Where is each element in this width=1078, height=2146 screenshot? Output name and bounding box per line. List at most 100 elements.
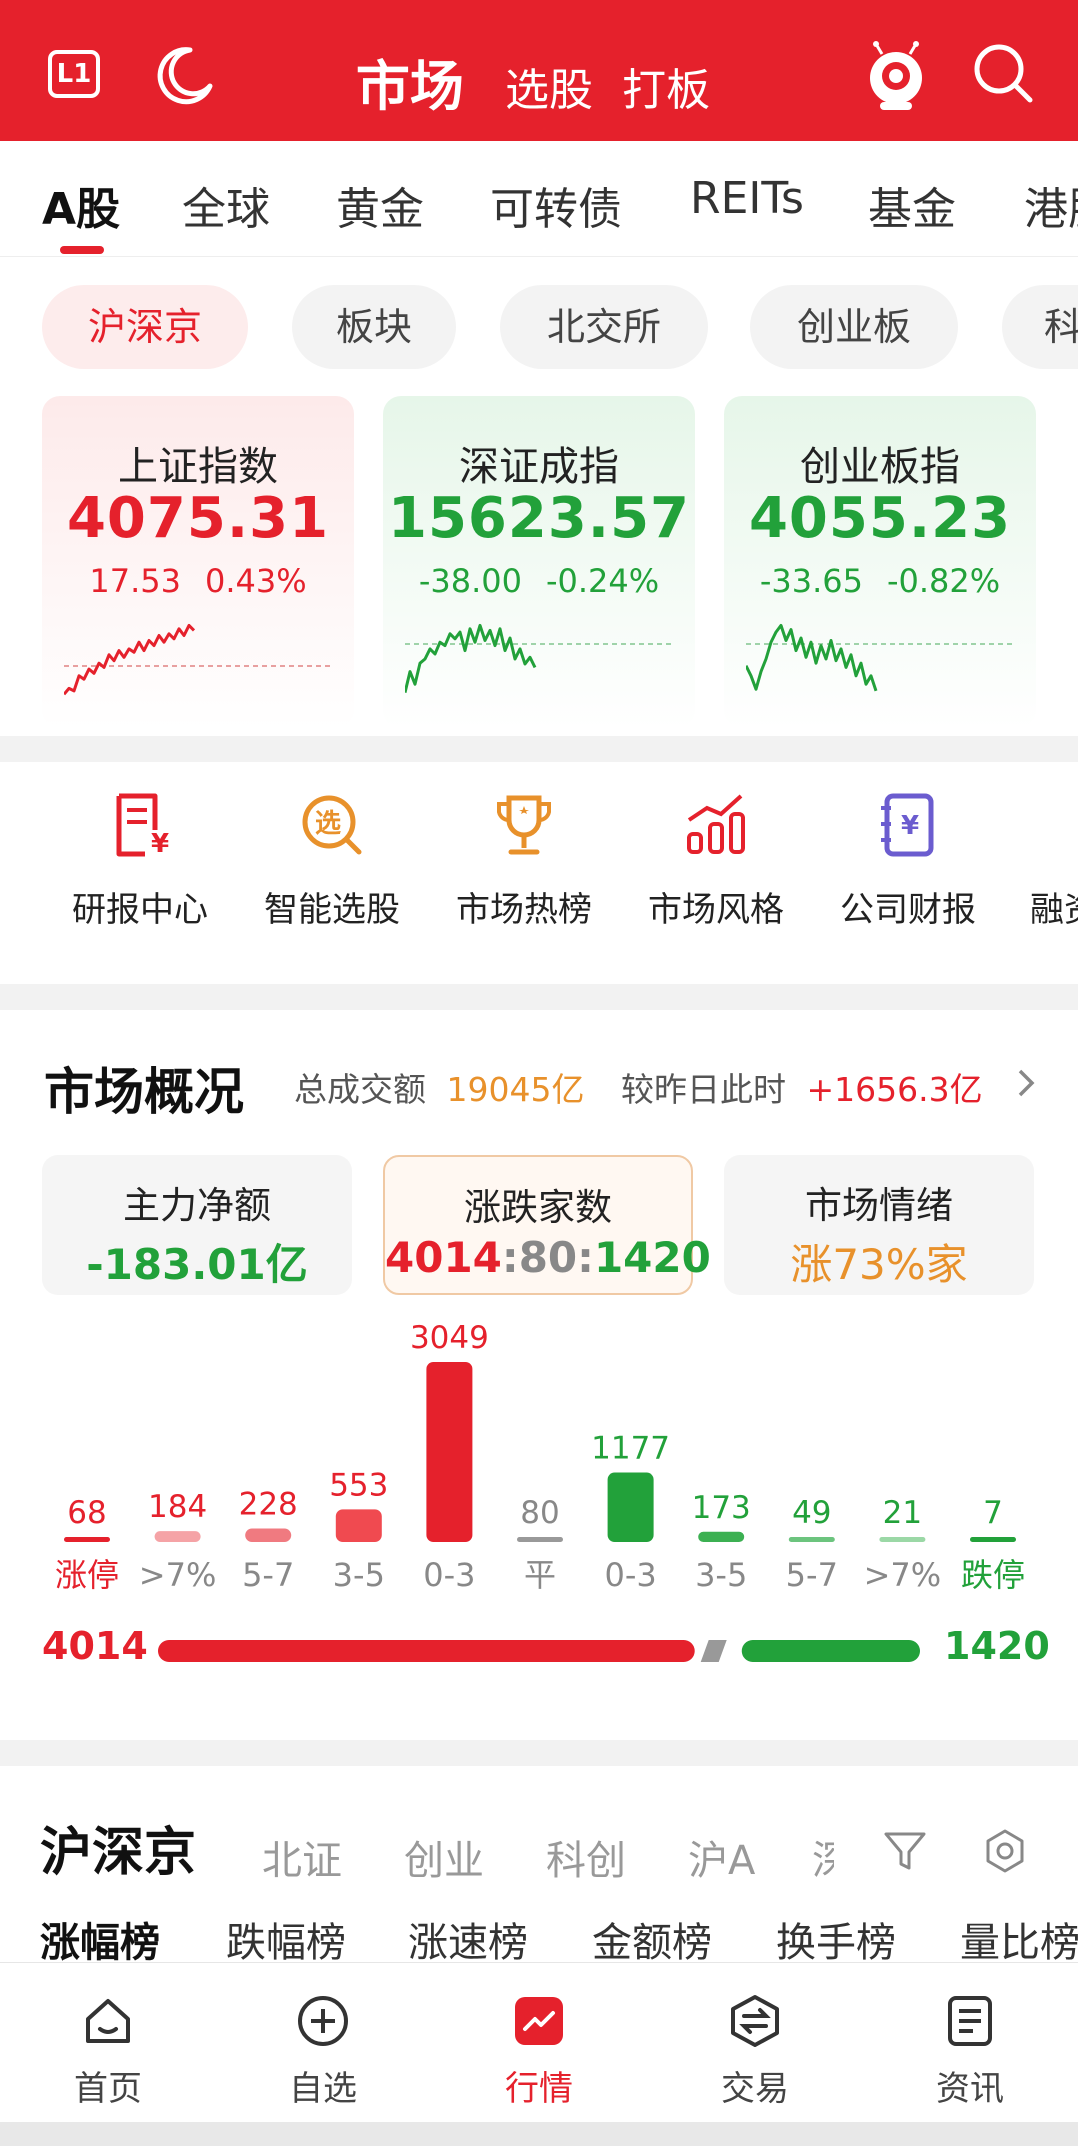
settings-icon[interactable]: [982, 1828, 1028, 1874]
subtab-turnover-rate[interactable]: 换手榜: [776, 1910, 896, 1968]
chip-hushenjing[interactable]: 沪深京: [42, 285, 248, 369]
tool-market-style[interactable]: 市场风格: [616, 790, 816, 931]
subtab-turnover-amount[interactable]: 金额榜: [592, 1910, 712, 1968]
index-name: 深证成指: [459, 444, 619, 490]
chip-bse[interactable]: 北交所: [500, 285, 708, 369]
search-icon[interactable]: [970, 40, 1036, 106]
bar-value-label: 553: [329, 1467, 388, 1503]
bar-chart-icon: [687, 794, 745, 854]
advance-decline-card[interactable]: 涨跌家数 4014:80:1420: [383, 1155, 711, 1295]
bar-category-label: 0-3: [423, 1556, 475, 1594]
bar-value-label: 228: [239, 1487, 298, 1523]
home-icon: [86, 1999, 130, 2043]
bottom-nav: 首页 自选 行情 交易 资讯: [0, 1962, 1078, 2122]
index-card-szse[interactable]: 深证成指 15623.57 -38.00 -0.24%: [383, 396, 695, 728]
index-value: 4055.23: [748, 486, 1012, 551]
index-sparkline: [64, 623, 332, 696]
ranking-title: 沪深京: [40, 1823, 197, 1883]
tab-funds[interactable]: 基金: [868, 173, 956, 237]
decline-total: 1420: [944, 1624, 1050, 1668]
card-value: -183.01亿: [86, 1240, 308, 1289]
tab-reits[interactable]: REITs: [690, 173, 804, 224]
tab-gold[interactable]: 黄金: [336, 173, 424, 237]
tool-label: 研报中心: [72, 890, 208, 930]
bar-1: [154, 1531, 201, 1542]
index-change-pct: 0.43%: [204, 562, 307, 600]
nav-news[interactable]: 资讯: [900, 1993, 1040, 2110]
market-screen: L1 市场 选股 打板 A股 全球 黄金 可转债 REITs 基金 港 沪深京 …: [0, 0, 1078, 2146]
subtab-top-losers[interactable]: 跌幅榜: [226, 1910, 346, 1968]
index-name: 创业板指: [800, 444, 960, 490]
turnover-summary[interactable]: 总成交额 19045亿 较昨日此时 +1656.3亿: [294, 1063, 983, 1111]
bar-category-label: 涨停: [55, 1556, 119, 1594]
bar-7: [698, 1531, 745, 1542]
index-value: 4075.31: [66, 486, 330, 551]
tool-smart-picker[interactable]: 选 智能选股: [232, 790, 432, 931]
tab-chinext[interactable]: 创业: [404, 1828, 484, 1886]
total-turnover-value: 19045亿: [446, 1070, 585, 1109]
market-icon: [515, 1997, 563, 2045]
bar-value-label: 49: [792, 1495, 831, 1531]
trophy-icon: [497, 795, 551, 855]
tab-global[interactable]: 全球: [182, 173, 270, 237]
tab-sh-a[interactable]: 沪A: [688, 1828, 755, 1886]
tool-margin-finance[interactable]: 融资: [1000, 790, 1078, 931]
sub-tabs: 沪深京 板块 北交所 创业板 科创板: [0, 285, 1078, 369]
add-watchlist-icon: [298, 1996, 348, 2046]
index-name: 上证指数: [118, 444, 278, 490]
tab-stock-picker[interactable]: 选股: [505, 54, 593, 118]
chip-star-market[interactable]: 科创板: [1002, 285, 1078, 369]
market-sentiment-card[interactable]: 市场情绪 涨73%家: [724, 1155, 1034, 1295]
system-nav-bar: [0, 2122, 1078, 2146]
compare-label: 较昨日此时: [620, 1070, 786, 1109]
subtab-fast-risers[interactable]: 涨速榜: [408, 1910, 528, 1968]
mascot-icon[interactable]: [862, 40, 930, 112]
index-card-sse[interactable]: 上证指数 4075.31 17.53 0.43%: [42, 396, 354, 728]
ranking-section: 沪深京 北证 创业 科创 沪A 深 涨幅榜 跌幅榜 涨速榜 金额榜 换手榜 量比…: [0, 1770, 1078, 1970]
finance-icon: [1020, 790, 1078, 860]
chip-sectors[interactable]: 板块: [292, 285, 456, 369]
financial-report-icon: ¥: [881, 793, 934, 857]
bar-3: [335, 1509, 382, 1542]
tab-limit-board[interactable]: 打板: [622, 54, 710, 118]
tool-hot-list[interactable]: 市场热榜: [424, 790, 624, 931]
index-sparkline: [746, 623, 1014, 692]
chevron-right-icon[interactable]: [1014, 1065, 1038, 1101]
tab-star[interactable]: 科创: [546, 1828, 626, 1886]
bar-2: [245, 1528, 292, 1542]
main-net-card[interactable]: 主力净额 -183.01亿: [42, 1155, 352, 1295]
subtab-volume-ratio[interactable]: 量比榜: [960, 1910, 1078, 1968]
tab-hk-stocks[interactable]: 港股: [1024, 173, 1078, 237]
index-card-chinext[interactable]: 创业板指 4055.23 -33.65 -0.82%: [724, 396, 1036, 728]
section-divider: [0, 736, 1078, 762]
card-value: 4014:80:1420: [385, 1233, 711, 1282]
filter-icon[interactable]: [882, 1828, 928, 1874]
tab-convertible-bonds[interactable]: 可转债: [490, 173, 622, 237]
tool-label: 融资: [1030, 890, 1078, 930]
subtab-top-gainers[interactable]: 涨幅榜: [40, 1910, 160, 1968]
tab-sz-a[interactable]: 深: [812, 1828, 834, 1886]
advance-decline-ratio-bar: [158, 1640, 920, 1662]
svg-text:¥: ¥: [901, 811, 919, 841]
tab-bse[interactable]: 北证: [262, 1828, 342, 1886]
bar-0: [64, 1537, 110, 1542]
flat-count: 80: [518, 1233, 578, 1282]
index-change: 17.53: [89, 562, 181, 600]
tool-research-center[interactable]: ¥ 研报中心: [40, 790, 240, 931]
svg-text:选: 选: [315, 809, 341, 839]
nav-market[interactable]: 行情: [469, 1993, 609, 2110]
tool-financial-reports[interactable]: ¥ 公司财报: [808, 790, 1008, 931]
nav-home[interactable]: 首页: [38, 1993, 178, 2110]
tab-a-shares[interactable]: A股: [42, 173, 120, 237]
nav-label: 自选: [289, 2069, 357, 2109]
bar-category-label: 跌停: [961, 1556, 1025, 1594]
nav-watchlist[interactable]: 自选: [253, 1993, 393, 2110]
page-title[interactable]: 市场: [356, 42, 464, 121]
card-value: 涨73%家: [790, 1240, 968, 1289]
index-change: -33.65: [759, 562, 863, 600]
nav-trade[interactable]: 交易: [685, 1993, 825, 2110]
active-tab-indicator: [60, 246, 104, 254]
bar-category-label: 3-5: [333, 1556, 385, 1594]
section-divider: [0, 1740, 1078, 1766]
chip-chinext[interactable]: 创业板: [750, 285, 958, 369]
